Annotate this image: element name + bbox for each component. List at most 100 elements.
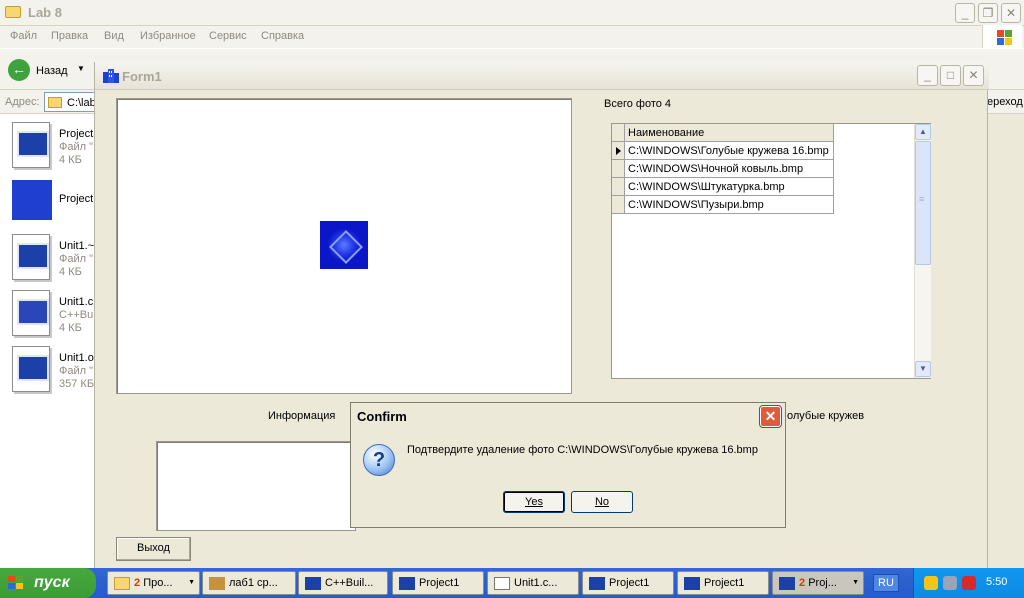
menu-edit[interactable]: Правка: [51, 30, 88, 42]
yes-label: Yes: [525, 496, 543, 508]
cpp-file-icon: [12, 290, 50, 336]
photo-grid[interactable]: Наименование C:\WINDOWS\Голубые кружева …: [611, 123, 931, 379]
file-item[interactable]: Unit1.~ Файл " 4 КБ: [0, 230, 100, 286]
project-icon: [589, 577, 605, 590]
address-value: C:\lab: [67, 97, 96, 109]
no-button[interactable]: No: [571, 491, 633, 513]
taskbar-button-project1[interactable]: Project1: [392, 571, 484, 595]
language-indicator[interactable]: RU: [873, 574, 899, 592]
form1-title-bar[interactable]: Form1 _ □ ✕: [95, 62, 989, 90]
taskbar-button-explorer[interactable]: 2 Про... ▼: [107, 571, 200, 595]
table-row[interactable]: C:\WINDOWS\Ночной ковыль.bmp: [612, 160, 834, 178]
tools-icon: [209, 577, 225, 590]
confirm-title-bar[interactable]: Confirm ✕: [351, 403, 785, 429]
menu-file[interactable]: Файл: [10, 30, 37, 42]
back-dropdown-icon[interactable]: ▼: [77, 64, 85, 73]
no-label: No: [594, 496, 610, 508]
taskbar-button-label: Project1: [609, 577, 650, 589]
explorer-title: Lab 8: [28, 5, 62, 20]
table-row[interactable]: C:\WINDOWS\Пузыри.bmp: [612, 196, 834, 214]
close-button[interactable]: ✕: [1001, 3, 1021, 23]
taskbar-button-project1[interactable]: Project1: [582, 571, 674, 595]
back-arrow-icon[interactable]: ←: [8, 59, 30, 81]
folder-icon: [48, 97, 62, 108]
clock[interactable]: 5:50: [986, 576, 1007, 588]
system-tray: 5:50: [913, 568, 1024, 598]
table-row[interactable]: C:\WINDOWS\Штукатурка.bmp: [612, 178, 834, 196]
menu-tools[interactable]: Сервис: [209, 30, 247, 42]
file-list: Project Файл " 4 КБ Project Unit1.~ Файл…: [0, 114, 100, 568]
grid-cell[interactable]: C:\WINDOWS\Голубые кружева 16.bmp: [625, 142, 834, 160]
file-name: Project: [59, 193, 94, 205]
file-item[interactable]: Project: [0, 174, 100, 230]
file-type: Файл ": [59, 253, 94, 265]
maximize-button[interactable]: ❐: [978, 3, 998, 23]
taskbar-button-unit1[interactable]: Unit1.c...: [487, 571, 579, 595]
grid-indicator: [612, 178, 625, 196]
back-button[interactable]: Назад: [36, 65, 68, 77]
minimize-button[interactable]: _: [917, 65, 938, 86]
project-icon: [12, 178, 52, 224]
cpp-builder-icon: [305, 577, 321, 590]
start-button[interactable]: пуск: [0, 568, 96, 598]
windows-flag-icon: [8, 576, 24, 590]
menu-help[interactable]: Справка: [261, 30, 304, 42]
taskbar-button-label: Proj...: [808, 577, 837, 589]
file-item[interactable]: Unit1.cp C++Bui 4 КБ: [0, 286, 100, 342]
taskbar-button-label: C++Buil...: [325, 577, 374, 589]
form1-title: Form1: [122, 69, 162, 84]
document-icon: [494, 577, 510, 590]
file-item[interactable]: Project Файл " 4 КБ: [0, 118, 100, 174]
total-photos-label: Всего фото 4: [604, 98, 672, 110]
file-size: 357 КБ: [59, 378, 95, 390]
grid-cell[interactable]: C:\WINDOWS\Штукатурка.bmp: [625, 178, 834, 196]
scroll-down-icon[interactable]: ▼: [915, 361, 931, 377]
minimize-button[interactable]: _: [955, 3, 975, 23]
close-button[interactable]: ✕: [760, 406, 781, 427]
taskbar-button-project-group[interactable]: 2 Proj... ▼: [772, 571, 864, 595]
taskbar-button-label: Про...: [143, 577, 173, 589]
group-count: 2: [134, 577, 141, 589]
maximize-button[interactable]: □: [940, 65, 961, 86]
yes-button[interactable]: Yes: [503, 491, 565, 513]
file-name: Unit1.~: [59, 240, 95, 252]
security-shield-icon[interactable]: [924, 576, 938, 590]
goto-button[interactable]: ереход: [987, 96, 1023, 108]
grid-indicator: [612, 124, 625, 142]
info-value: олубые кружев: [787, 410, 865, 422]
chevron-down-icon: ▼: [852, 579, 859, 586]
file-name: Project: [59, 128, 94, 140]
file-icon: [12, 346, 50, 392]
file-name: Unit1.o: [59, 352, 94, 364]
file-icon: [12, 122, 50, 168]
taskbar-button-cppbuilder[interactable]: C++Buil...: [298, 571, 388, 595]
menu-bar: Файл Правка Вид Избранное Сервис Справка: [0, 26, 1024, 48]
project-icon: [779, 577, 795, 590]
scroll-up-icon[interactable]: ▲: [915, 124, 931, 140]
grid-column-header[interactable]: Наименование: [625, 124, 834, 142]
image-panel: [116, 98, 572, 394]
chevron-down-icon: ▼: [188, 579, 195, 586]
network-icon[interactable]: [943, 576, 957, 590]
grid-indicator: [612, 160, 625, 178]
menu-view[interactable]: Вид: [104, 30, 124, 42]
explorer-title-bar[interactable]: Lab 8 _ ❐ ✕: [0, 0, 1024, 26]
grid-cell[interactable]: C:\WINDOWS\Пузыри.bmp: [625, 196, 834, 214]
menu-favorites[interactable]: Избранное: [140, 30, 196, 42]
taskbar-button-project1[interactable]: Project1: [677, 571, 769, 595]
grid-cell[interactable]: C:\WINDOWS\Ночной ковыль.bmp: [625, 160, 834, 178]
current-row-indicator: [612, 142, 625, 160]
taskbar-button-lab1[interactable]: лаб1 ср...: [202, 571, 296, 595]
vertical-scrollbar[interactable]: ▲ ▼: [914, 124, 931, 378]
antivirus-icon[interactable]: [962, 576, 976, 590]
info-label: Информация: [268, 410, 336, 422]
scroll-thumb[interactable]: [915, 141, 931, 265]
table-row[interactable]: C:\WINDOWS\Голубые кружева 16.bmp: [612, 142, 834, 160]
file-item[interactable]: Unit1.o Файл " 357 КБ: [0, 342, 100, 398]
info-memo[interactable]: [156, 441, 356, 531]
exit-button[interactable]: Выход: [116, 537, 191, 561]
group-count: 2: [799, 577, 806, 589]
close-button[interactable]: ✕: [963, 65, 984, 86]
taskbar: пуск 2 Про... ▼ лаб1 ср... C++Buil... Pr…: [0, 568, 1024, 598]
file-icon: [12, 234, 50, 280]
